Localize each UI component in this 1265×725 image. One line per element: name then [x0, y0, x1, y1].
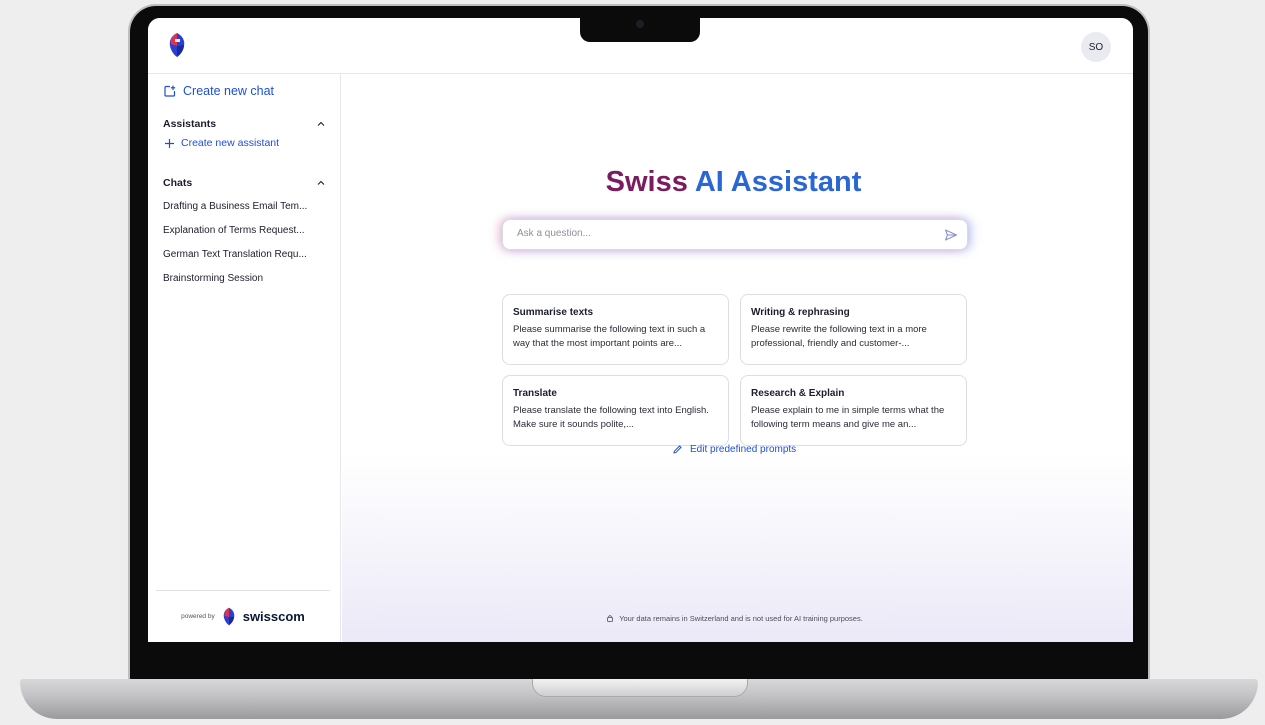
card-text: Please translate the following text into…: [513, 405, 709, 430]
chat-item[interactable]: Brainstorming Session: [163, 273, 328, 284]
app-screen: SO Create new chat Assistants Create new…: [148, 18, 1133, 642]
create-new-assistant-button[interactable]: Create new assistant: [164, 137, 279, 149]
user-avatar[interactable]: SO: [1081, 32, 1111, 62]
powered-by-footer: powered by swisscom: [156, 590, 330, 642]
chat-item[interactable]: Drafting a Business Email Tem...: [163, 201, 328, 212]
create-new-chat-label: Create new chat: [183, 84, 275, 98]
camera-notch: [580, 8, 700, 42]
chat-item[interactable]: German Text Translation Requ...: [163, 249, 328, 260]
page-title: Swiss AI Assistant: [342, 166, 1125, 199]
camera-icon: [636, 20, 644, 28]
laptop-base-groove: [532, 679, 748, 697]
send-icon[interactable]: [944, 228, 958, 242]
card-title: Summarise texts: [513, 307, 594, 318]
card-title: Research & Explain: [751, 388, 845, 399]
card-title: Translate: [513, 388, 557, 399]
create-new-chat-button[interactable]: Create new chat: [164, 84, 274, 98]
edit-predefined-prompts-button[interactable]: Edit predefined prompts: [672, 444, 796, 455]
powered-by-label: powered by: [181, 613, 215, 620]
chevron-up-icon[interactable]: [316, 178, 326, 188]
swisscom-logo-icon: [223, 607, 234, 626]
create-new-assistant-label: Create new assistant: [181, 137, 280, 149]
chevron-up-icon[interactable]: [316, 119, 326, 129]
pencil-icon: [673, 445, 682, 454]
lock-icon: [606, 614, 614, 622]
card-text: Please rewrite the following text in a m…: [751, 324, 927, 349]
edit-predefined-prompts-label: Edit predefined prompts: [690, 444, 797, 455]
card-title: Writing & rephrasing: [751, 307, 850, 318]
main-panel: Swiss AI Assistant Summarise texts Pleas…: [342, 74, 1133, 642]
title-swiss: Swiss: [605, 166, 688, 198]
prompt-card-research[interactable]: Research & Explain Please explain to me …: [740, 375, 967, 446]
sidebar: Create new chat Assistants Create new as…: [148, 74, 341, 642]
card-text: Please explain to me in simple terms wha…: [751, 405, 945, 430]
swisscom-brand: swisscom: [242, 609, 305, 624]
prompt-card-writing[interactable]: Writing & rephrasing Please rewrite the …: [740, 294, 967, 365]
chats-section-title: Chats: [163, 177, 193, 189]
prompt-card-summarise[interactable]: Summarise texts Please summarise the fol…: [502, 294, 729, 365]
card-text: Please summarise the following text in s…: [513, 324, 706, 349]
title-ai-assistant: AI Assistant: [694, 166, 862, 198]
chat-item[interactable]: Explanation of Terms Request...: [163, 225, 328, 236]
privacy-note-text: Your data remains in Switzerland and is …: [619, 614, 863, 623]
new-chat-icon: [164, 85, 176, 97]
privacy-note: Your data remains in Switzerland and is …: [342, 614, 1127, 623]
assistants-section-title: Assistants: [163, 118, 217, 130]
question-input[interactable]: [517, 228, 917, 239]
swisscom-logo-icon[interactable]: [166, 32, 188, 58]
prompt-card-translate[interactable]: Translate Please translate the following…: [502, 375, 729, 446]
question-box: [502, 219, 968, 250]
plus-icon: [165, 138, 174, 148]
